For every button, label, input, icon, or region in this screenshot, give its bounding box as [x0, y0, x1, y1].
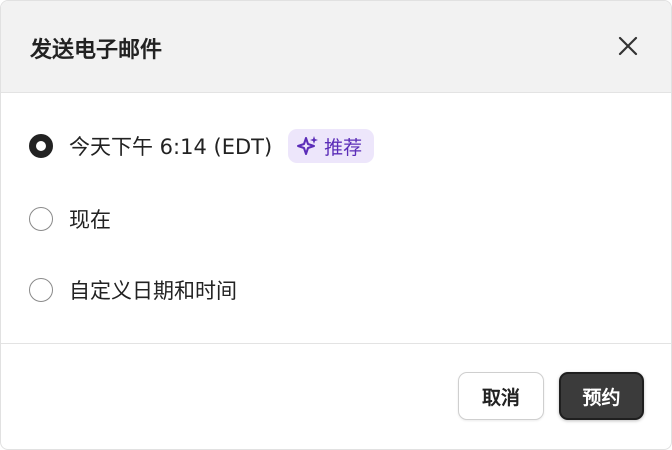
send-email-dialog: 发送电子邮件 今天下午 6:14 (EDT) 推荐 现在 自定义日期和时间 取消… — [0, 0, 672, 450]
radio-selected[interactable] — [29, 134, 53, 158]
dialog-header: 发送电子邮件 — [1, 1, 671, 93]
close-button[interactable] — [613, 31, 643, 61]
option-today-evening[interactable]: 今天下午 6:14 (EDT) 推荐 — [29, 129, 375, 163]
dialog-title: 发送电子邮件 — [30, 38, 163, 63]
sparkle-icon — [297, 136, 319, 155]
option-now[interactable]: 现在 — [29, 202, 111, 236]
close-icon — [618, 36, 638, 56]
radio-unselected[interactable] — [29, 207, 53, 231]
schedule-options: 今天下午 6:14 (EDT) 推荐 现在 自定义日期和时间 — [1, 93, 671, 344]
option-label: 今天下午 6:14 (EDT) — [69, 135, 273, 159]
recommended-badge: 推荐 — [288, 129, 375, 163]
option-label: 自定义日期和时间 — [69, 279, 237, 303]
option-label: 现在 — [69, 208, 111, 232]
radio-unselected[interactable] — [29, 278, 53, 302]
badge-label: 推荐 — [324, 136, 363, 159]
option-custom-datetime[interactable]: 自定义日期和时间 — [29, 273, 237, 307]
dialog-footer: 取消 预约 — [1, 344, 671, 449]
cancel-button[interactable]: 取消 — [458, 372, 544, 420]
schedule-button[interactable]: 预约 — [559, 372, 644, 420]
